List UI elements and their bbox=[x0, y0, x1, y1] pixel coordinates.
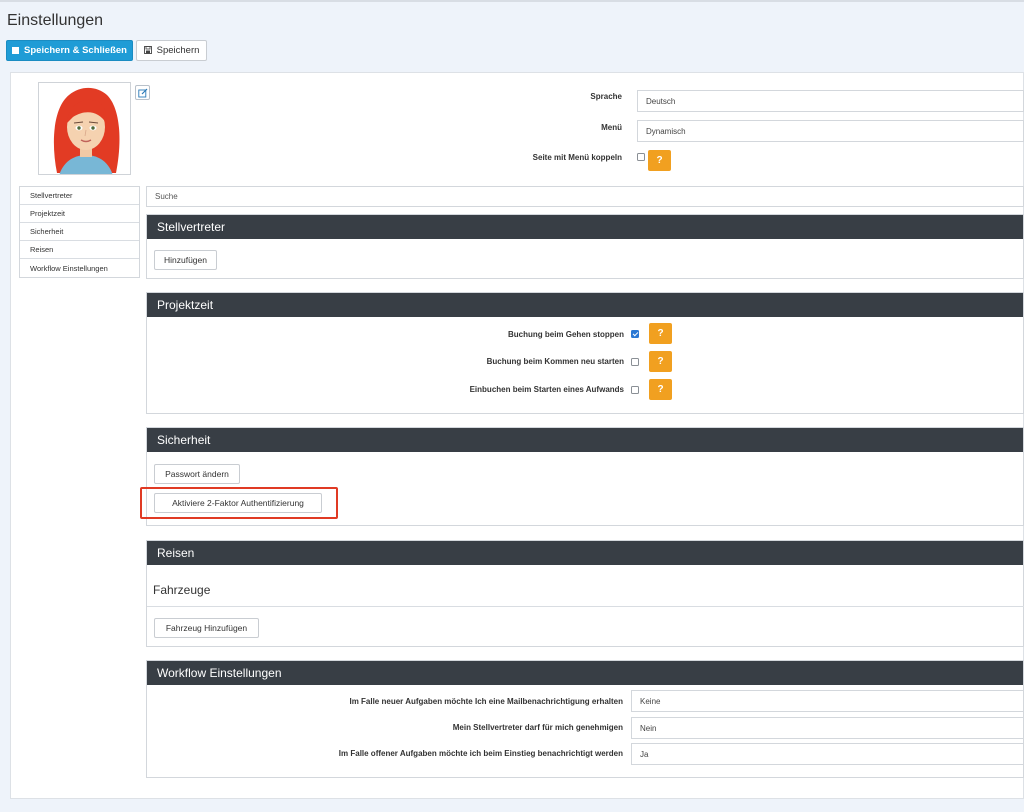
edit-avatar-icon[interactable] bbox=[135, 85, 150, 100]
section-projektzeit: Projektzeit bbox=[146, 292, 1024, 414]
workflow-label-substitute-approve: Mein Stellvertreter darf für mich genehm… bbox=[452, 723, 623, 732]
option-label-restart-on-arrival: Buchung beim Kommen neu starten bbox=[486, 357, 624, 366]
search-input[interactable] bbox=[146, 186, 1024, 207]
couple-menu-help-button[interactable]: ? bbox=[648, 150, 671, 171]
sidebar-item-reisen[interactable]: Reisen bbox=[20, 241, 139, 259]
section-title-sicherheit: Sicherheit bbox=[147, 428, 1023, 452]
sidebar-item-workflow[interactable]: Workflow Einstellungen bbox=[20, 259, 139, 277]
top-border bbox=[0, 0, 1024, 2]
save-and-close-label: Speichern & Schließen bbox=[24, 45, 127, 56]
restart-on-arrival-checkbox[interactable] bbox=[631, 358, 639, 366]
save-icon bbox=[12, 47, 20, 54]
language-select[interactable]: Deutsch bbox=[637, 90, 1024, 112]
menu-label: Menü bbox=[601, 123, 622, 132]
page-title: Einstellungen bbox=[7, 12, 104, 29]
avatar[interactable] bbox=[38, 82, 131, 175]
substitute-approve-select[interactable]: Nein bbox=[631, 717, 1024, 739]
mail-notification-select[interactable]: Keine bbox=[631, 690, 1024, 712]
option-label-book-on-effort-start: Einbuchen beim Starten eines Aufwands bbox=[469, 385, 624, 394]
workflow-label-open-tasks-notify: Im Falle offener Aufgaben möchte ich bei… bbox=[338, 749, 623, 758]
couple-menu-checkbox[interactable] bbox=[637, 153, 645, 161]
vehicles-divider bbox=[147, 606, 1024, 607]
open-tasks-notify-select[interactable]: Ja bbox=[631, 743, 1024, 765]
stop-on-leave-checkbox[interactable] bbox=[631, 330, 639, 338]
section-title-projektzeit: Projektzeit bbox=[147, 293, 1023, 317]
sidebar-item-stellvertreter[interactable]: Stellvertreter bbox=[20, 187, 139, 205]
language-label: Sprache bbox=[590, 92, 622, 101]
change-password-button[interactable]: Passwort ändern bbox=[154, 464, 240, 484]
section-title-workflow: Workflow Einstellungen bbox=[147, 661, 1023, 685]
vehicles-heading: Fahrzeuge bbox=[153, 583, 211, 597]
section-title-stellvertreter: Stellvertreter bbox=[147, 215, 1023, 239]
sidebar-nav: Stellvertreter Projektzeit Sicherheit Re… bbox=[19, 186, 140, 278]
stop-on-leave-help-button[interactable]: ? bbox=[649, 323, 672, 344]
section-reisen: Reisen bbox=[146, 540, 1024, 647]
option-label-stop-on-leave: Buchung beim Gehen stoppen bbox=[507, 330, 624, 339]
book-on-effort-start-help-button[interactable]: ? bbox=[649, 379, 672, 400]
save-label: Speichern bbox=[156, 45, 200, 56]
save-and-close-button[interactable]: Speichern & Schließen bbox=[6, 40, 133, 61]
section-stellvertreter: Stellvertreter bbox=[146, 214, 1024, 279]
save-button[interactable]: Speichern bbox=[136, 40, 207, 61]
restart-on-arrival-help-button[interactable]: ? bbox=[649, 351, 672, 372]
couple-menu-label: Seite mit Menü koppeln bbox=[532, 153, 622, 162]
workflow-label-mail-notification: Im Falle neuer Aufgaben möchte Ich eine … bbox=[349, 697, 623, 706]
book-on-effort-start-checkbox[interactable] bbox=[631, 386, 639, 394]
menu-select[interactable]: Dynamisch bbox=[637, 120, 1024, 142]
add-vehicle-button[interactable]: Fahrzeug Hinzufügen bbox=[154, 618, 259, 638]
floppy-disk-icon bbox=[143, 45, 152, 56]
sidebar-item-projektzeit[interactable]: Projektzeit bbox=[20, 205, 139, 223]
section-title-reisen: Reisen bbox=[147, 541, 1023, 565]
enable-2fa-button[interactable]: Aktiviere 2-Faktor Authentifizierung bbox=[154, 493, 322, 513]
sidebar-item-sicherheit[interactable]: Sicherheit bbox=[20, 223, 139, 241]
add-substitute-button[interactable]: Hinzufügen bbox=[154, 250, 217, 270]
